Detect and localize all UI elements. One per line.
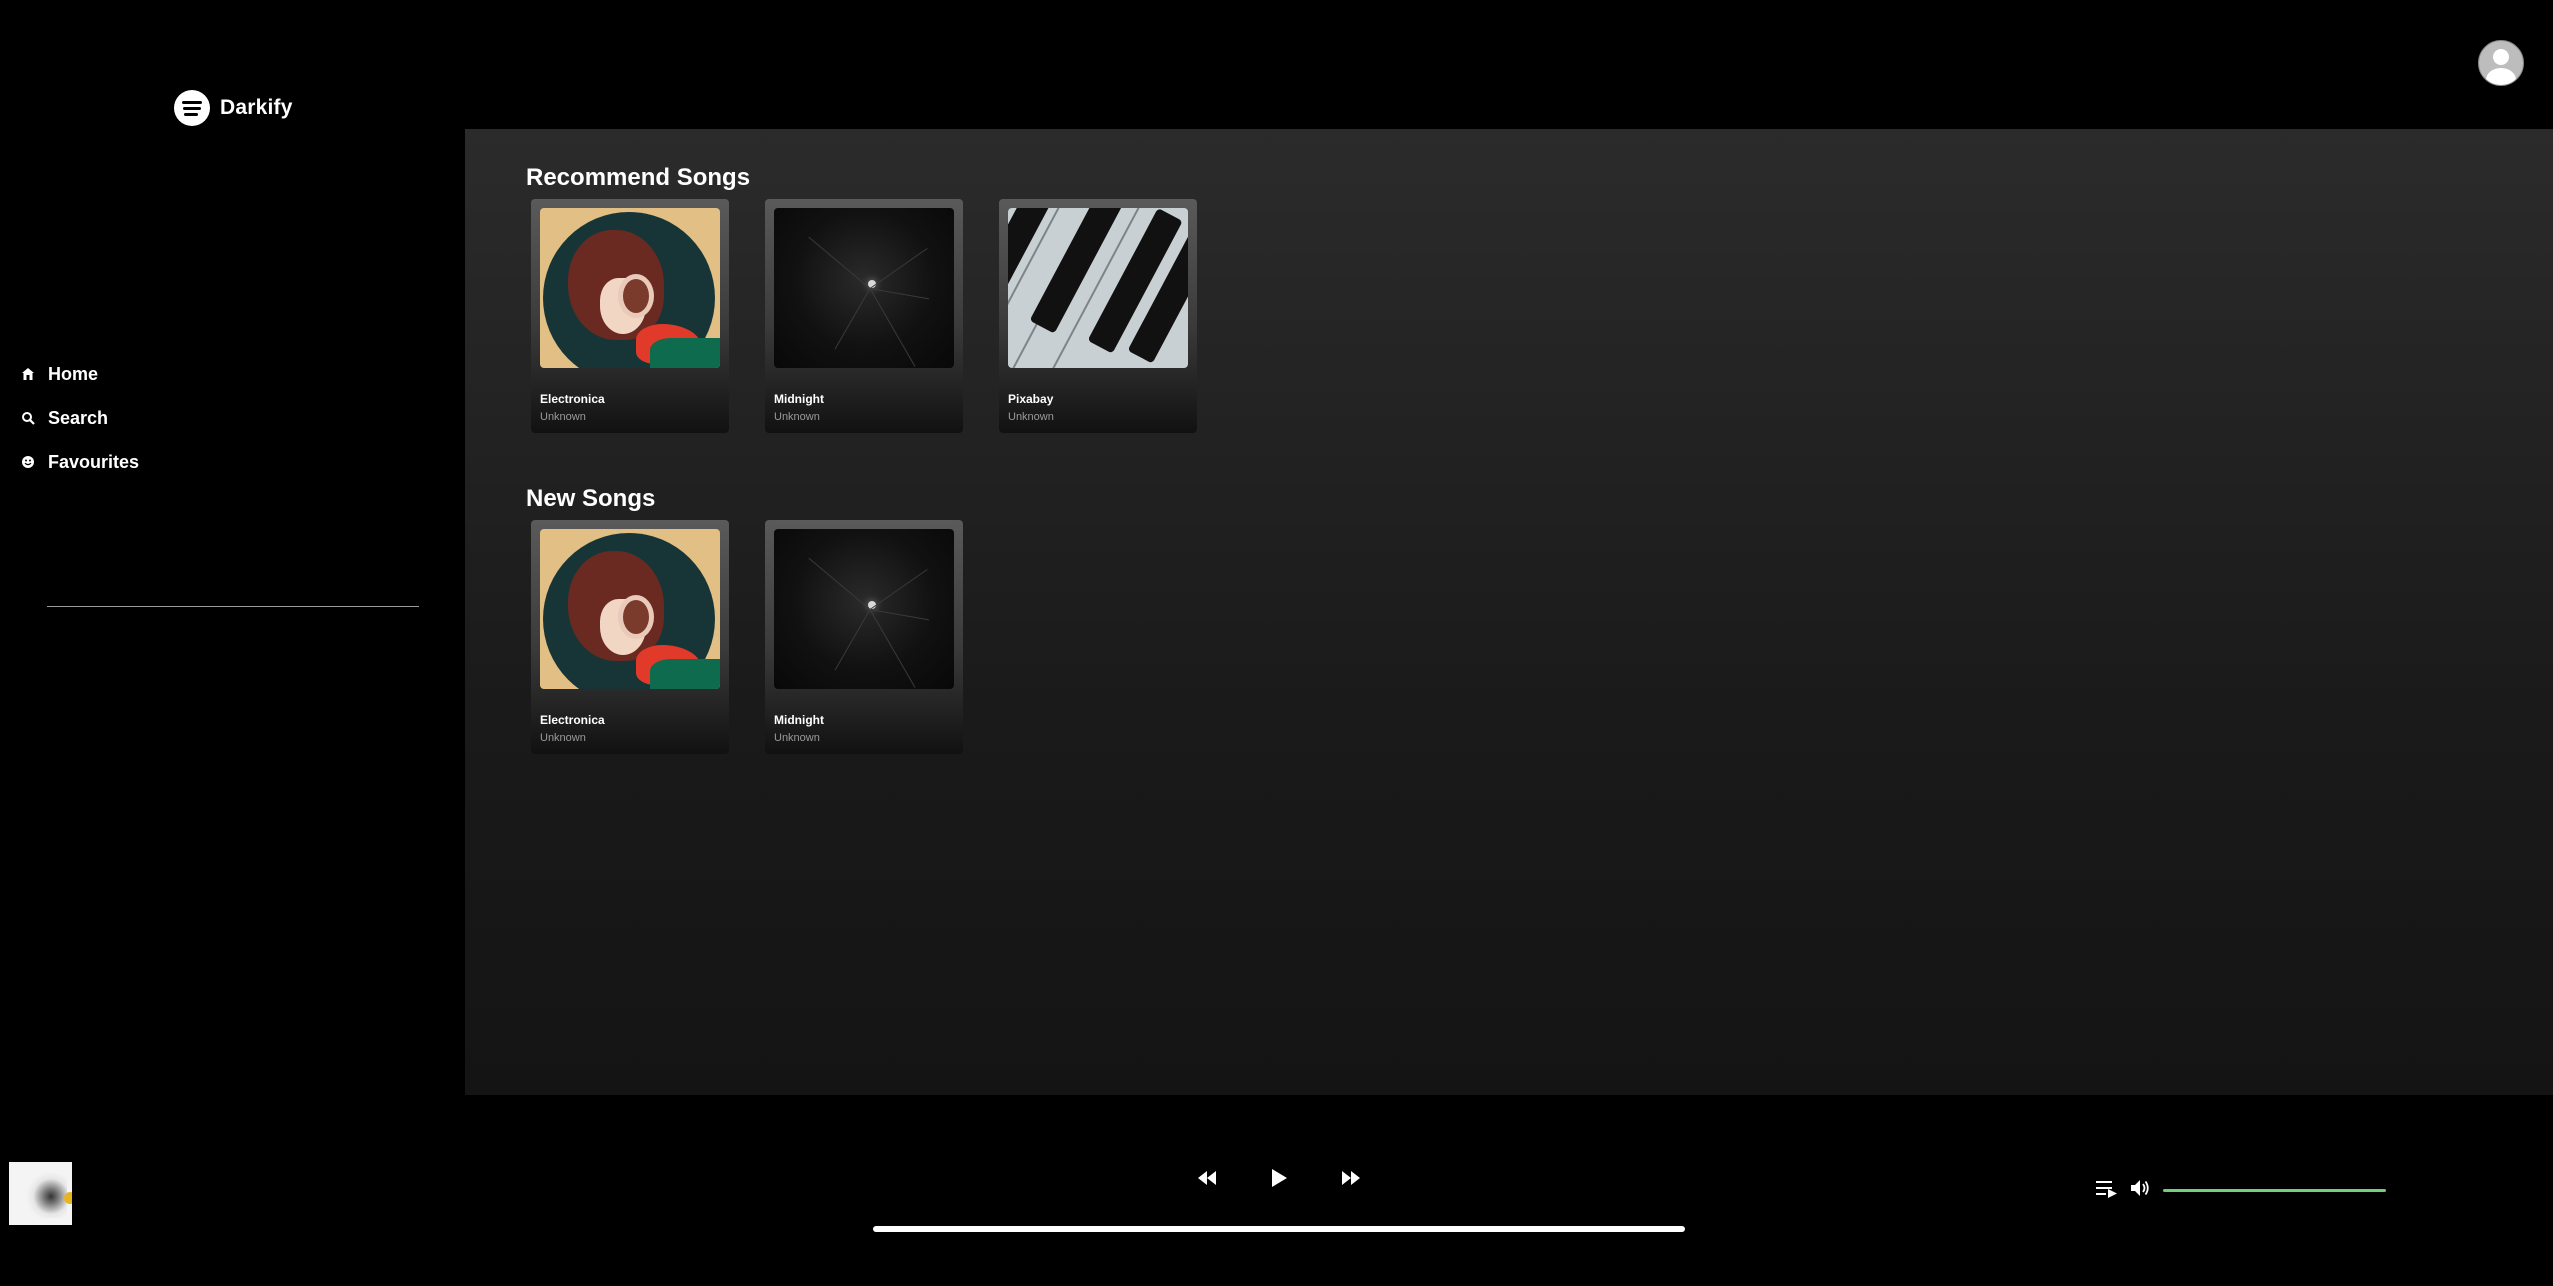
sidebar-item-home[interactable]: Home <box>20 352 139 396</box>
smiley-icon <box>20 454 36 470</box>
song-title: Electronica <box>540 392 605 406</box>
volume-icon[interactable] <box>2130 1179 2152 1199</box>
home-icon <box>20 366 36 382</box>
brand[interactable]: Darkify <box>174 90 293 126</box>
fast-forward-icon[interactable] <box>1336 1163 1366 1193</box>
album-art <box>774 208 954 368</box>
recommend-songs-list: Electronica Unknown Midnight Unknown Pix… <box>531 199 1197 433</box>
player-bar <box>0 1095 2553 1286</box>
album-art <box>540 208 720 368</box>
spotify-logo-icon <box>174 90 210 126</box>
search-icon <box>20 410 36 426</box>
song-artist: Unknown <box>774 411 820 423</box>
song-card[interactable]: Electronica Unknown <box>531 199 729 433</box>
now-playing-cover[interactable] <box>9 1162 72 1225</box>
song-artist: Unknown <box>1008 411 1054 423</box>
recommend-songs-title: Recommend Songs <box>526 164 751 191</box>
album-art <box>774 529 954 689</box>
song-title: Midnight <box>774 392 824 406</box>
album-art <box>1008 208 1188 368</box>
new-songs-list: Electronica Unknown Midnight Unknown <box>531 520 963 754</box>
song-card[interactable]: Midnight Unknown <box>765 199 963 433</box>
song-card[interactable]: Pixabay Unknown <box>999 199 1197 433</box>
song-artist: Unknown <box>774 732 820 744</box>
sidebar-item-label: Favourites <box>48 451 140 472</box>
brand-name: Darkify <box>220 96 293 119</box>
sidebar-item-label: Home <box>48 363 99 384</box>
rewind-icon[interactable] <box>1192 1163 1222 1193</box>
song-card[interactable]: Electronica Unknown <box>531 520 729 754</box>
sidebar: Darkify Home Search Favourites <box>0 0 465 1095</box>
queue-icon[interactable] <box>2096 1180 2118 1198</box>
song-title: Pixabay <box>1008 392 1054 406</box>
song-artist: Unknown <box>540 411 586 423</box>
song-card[interactable]: Midnight Unknown <box>765 520 963 754</box>
song-title: Electronica <box>540 713 605 727</box>
song-artist: Unknown <box>540 732 586 744</box>
sidebar-item-favourites[interactable]: Favourites <box>20 440 139 484</box>
playback-progress-bar[interactable] <box>873 1226 1685 1232</box>
volume-slider[interactable] <box>2163 1189 2386 1192</box>
album-art <box>540 529 720 689</box>
sidebar-item-label: Search <box>48 407 109 428</box>
sidebar-item-search[interactable]: Search <box>20 396 139 440</box>
sidebar-divider <box>47 606 419 607</box>
sidebar-nav: Home Search Favourites <box>20 352 139 484</box>
user-avatar[interactable] <box>2478 40 2524 86</box>
song-title: Midnight <box>774 713 824 727</box>
new-songs-title: New Songs <box>526 485 656 512</box>
main-content: Recommend Songs Electronica Unknown Midn… <box>465 129 2553 1096</box>
play-icon[interactable] <box>1264 1163 1294 1193</box>
